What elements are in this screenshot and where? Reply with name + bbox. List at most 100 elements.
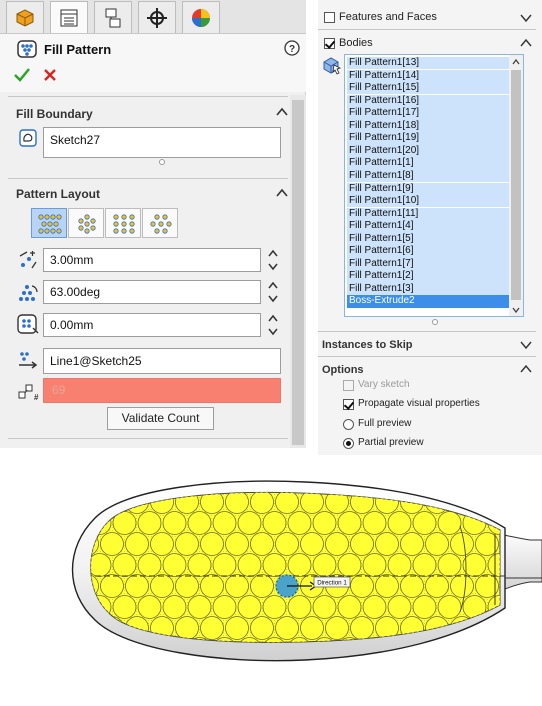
pattern-instance [112, 553, 137, 577]
pattern-instance [212, 553, 237, 577]
spin-stepper-icon[interactable] [266, 312, 280, 338]
model-view: Direction 1 [51, 480, 542, 682]
collapse-chevron-icon[interactable] [520, 364, 532, 374]
expand-chevron-icon[interactable] [520, 340, 532, 350]
instance-spacing-field[interactable]: 3.00mm [43, 248, 261, 272]
spin-stepper-icon[interactable] [266, 279, 280, 305]
list-scrollbar-thumb[interactable] [511, 70, 521, 300]
manager-tabs [0, 0, 306, 34]
pattern-direction-icon [19, 352, 38, 369]
pattern-instance [412, 553, 437, 577]
pattern-instance [200, 574, 224, 598]
bodies-selection-icon [323, 57, 342, 75]
graphics-viewport[interactable]: Direction 1 [0, 460, 542, 706]
pattern-instance [375, 574, 399, 598]
spin-stepper-icon[interactable] [266, 247, 280, 273]
pattern-instance [487, 637, 500, 643]
pattern-instance [287, 595, 312, 619]
body-list-item[interactable]: Fill Pattern1[2] [347, 270, 509, 283]
pattern-instance [51, 617, 74, 640]
body-list-item[interactable]: Fill Pattern1[14] [347, 69, 509, 82]
tab-configuration-manager[interactable] [94, 1, 132, 33]
bodies-checkbox[interactable] [324, 38, 335, 49]
collapse-chevron-icon[interactable] [520, 38, 532, 48]
direction-field[interactable]: Line1@Sketch25 [43, 348, 281, 374]
body-list-item[interactable]: Fill Pattern1[16] [347, 94, 509, 108]
body-list-item[interactable]: Fill Pattern1[15] [347, 82, 509, 95]
panel-scrollbar-thumb[interactable] [292, 100, 304, 445]
layout-perforation-button[interactable] [31, 208, 67, 238]
pattern-instance [162, 595, 187, 619]
body-list-item[interactable]: Fill Pattern1[4] [347, 220, 509, 233]
body-list-item[interactable]: Fill Pattern1[18] [347, 119, 509, 133]
body-list-item[interactable]: Fill Pattern1[19] [347, 132, 509, 145]
square-layout-icon [113, 214, 135, 234]
margins-field[interactable]: 0.00mm [43, 313, 261, 337]
features-and-faces-checkbox[interactable] [324, 12, 335, 23]
body-list-item[interactable]: Fill Pattern1[7] [347, 257, 509, 271]
pattern-instance [251, 659, 274, 682]
pattern-instance [226, 659, 249, 682]
body-list-item[interactable]: Fill Pattern1[8] [347, 169, 509, 183]
pattern-instance [275, 616, 299, 640]
divider [8, 178, 288, 179]
tab-dimxpert[interactable] [138, 1, 176, 33]
pattern-instance [51, 491, 74, 514]
svg-text:#: # [34, 393, 39, 401]
body-list-item[interactable]: Fill Pattern1[6] [347, 245, 509, 258]
pattern-instance [176, 659, 199, 682]
pattern-instance [425, 574, 449, 598]
body-list-item[interactable]: Fill Pattern1[13] [347, 57, 509, 70]
body-list-item[interactable]: Fill Pattern1[11] [347, 207, 509, 220]
svg-text:?: ? [289, 44, 295, 55]
body-list-item[interactable]: Fill Pattern1[20] [347, 144, 509, 158]
bodies-list[interactable]: Fill Pattern1[13] Fill Pattern1[14] Fill P… [344, 54, 524, 317]
scroll-down-arrow-icon[interactable] [511, 305, 521, 315]
body-list-item[interactable]: Fill Pattern1[10] [347, 195, 509, 208]
full-preview-radio[interactable] [343, 419, 354, 430]
collapse-chevron-icon[interactable] [276, 107, 288, 117]
resize-grip[interactable] [159, 159, 165, 165]
body-list-item[interactable]: Boss-Extrude2 [347, 295, 509, 308]
propagate-visual-checkbox[interactable] [343, 399, 354, 410]
pattern-instance [312, 553, 337, 577]
pattern-instance [250, 574, 274, 598]
pattern-instance [126, 659, 149, 682]
ok-check-icon[interactable] [14, 68, 30, 82]
pattern-instance [300, 616, 324, 640]
layout-square-button[interactable] [105, 208, 141, 238]
pattern-instance [462, 553, 487, 577]
help-icon[interactable]: ? [284, 40, 300, 56]
pattern-instance [200, 616, 224, 640]
collapse-chevron-icon[interactable] [276, 188, 288, 198]
layout-polygon-button[interactable] [142, 208, 178, 238]
pattern-instance [212, 511, 237, 535]
tab-feature-manager[interactable] [6, 1, 44, 33]
vary-sketch-checkbox[interactable] [343, 380, 354, 391]
scroll-up-arrow-icon[interactable] [511, 57, 521, 67]
tab-appearance[interactable] [182, 1, 220, 33]
pattern-instance [137, 595, 162, 619]
margins-icon [17, 314, 39, 334]
stagger-angle-field[interactable]: 63.00deg [43, 280, 261, 304]
expand-chevron-icon[interactable] [520, 13, 532, 23]
pattern-instance [450, 574, 474, 598]
body-list-item[interactable]: Fill Pattern1[9] [347, 182, 509, 195]
body-list-item[interactable]: Fill Pattern1[3] [347, 282, 509, 296]
validate-count-button[interactable]: Validate Count [107, 407, 214, 430]
dimxpert-icon [147, 7, 167, 28]
pattern-instance [337, 553, 362, 577]
appearance-icon [192, 8, 210, 27]
body-list-item[interactable]: Fill Pattern1[5] [347, 232, 509, 246]
pattern-instance [387, 595, 412, 619]
fill-boundary-field[interactable]: Sketch27 [43, 127, 281, 158]
tab-property-manager[interactable] [50, 1, 88, 33]
layout-circular-button[interactable] [68, 208, 104, 238]
pattern-instance [100, 574, 124, 598]
body-list-item[interactable]: Fill Pattern1[17] [347, 107, 509, 120]
body-list-item[interactable]: Fill Pattern1[1] [347, 157, 509, 170]
cancel-x-icon[interactable] [43, 68, 57, 82]
resize-grip[interactable] [432, 319, 438, 325]
pattern-instance [337, 595, 362, 619]
partial-preview-radio[interactable] [343, 438, 354, 449]
